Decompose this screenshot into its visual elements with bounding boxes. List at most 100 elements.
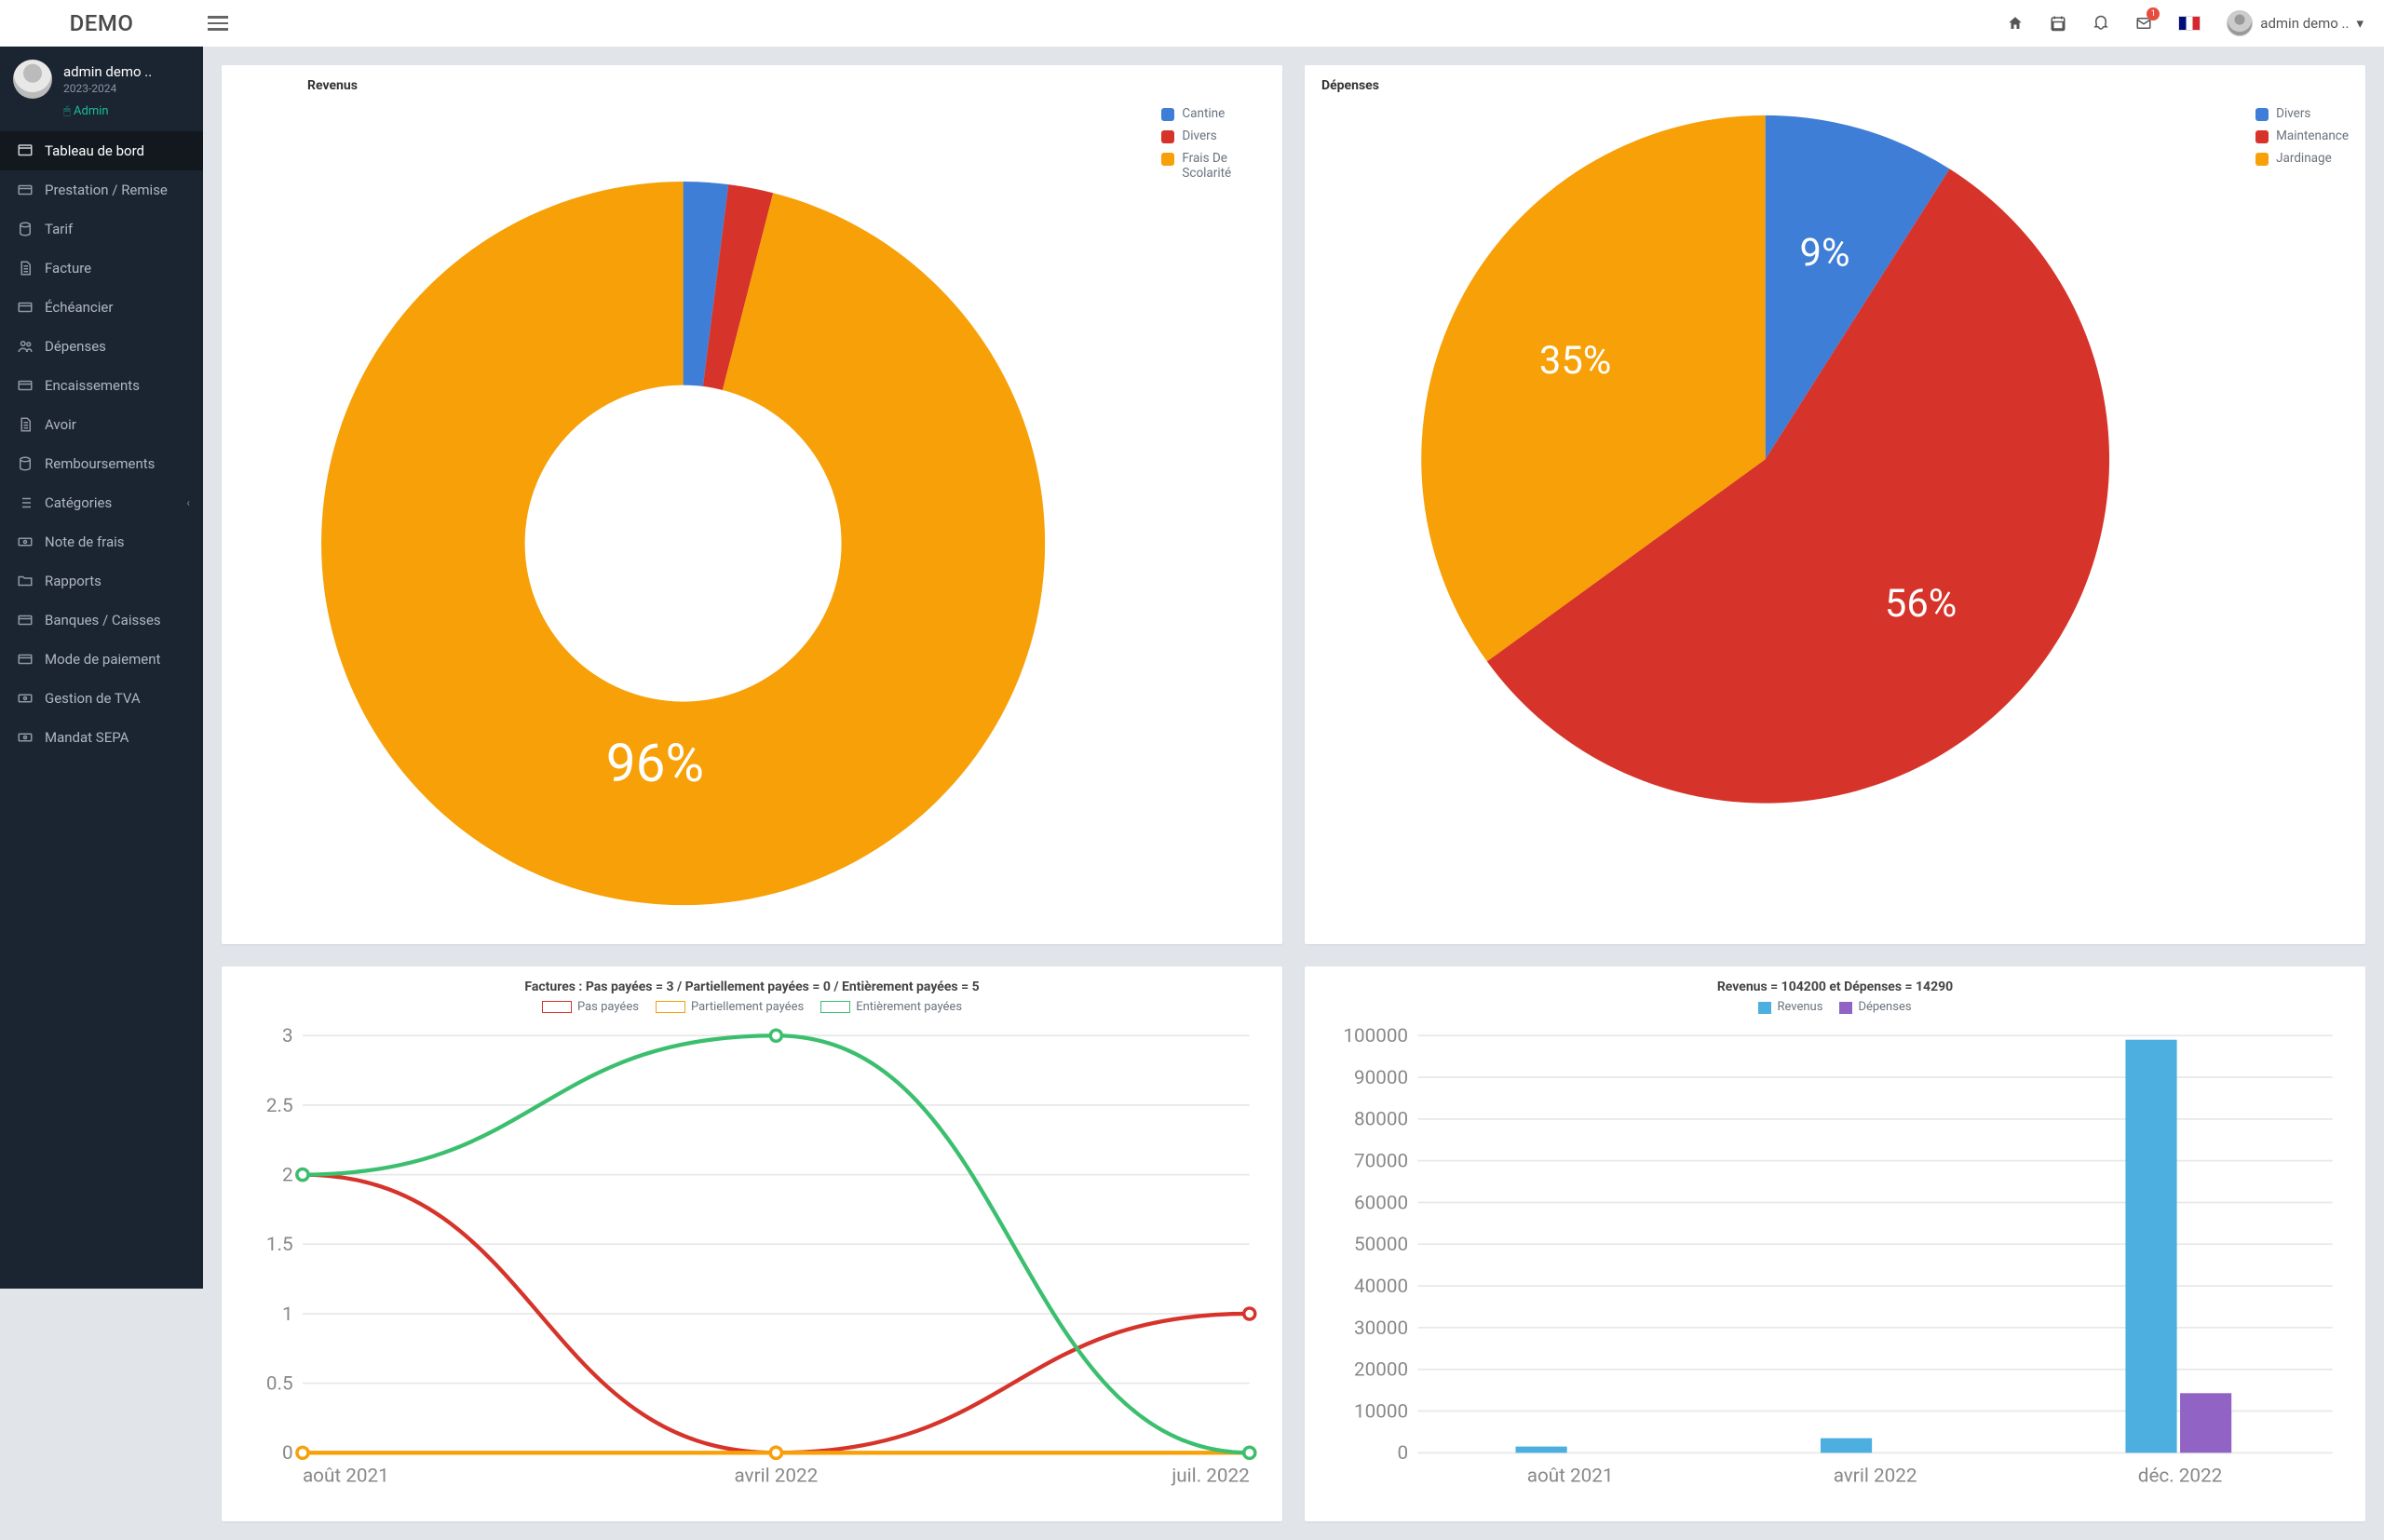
sidebar-item-label: Mandat SEPA <box>45 729 129 746</box>
sidebar-item-label: Note de frais <box>45 534 125 550</box>
sidebar-user-year: 2023-2024 <box>63 82 152 95</box>
sidebar-item-13[interactable]: Mode de paiement <box>0 640 203 679</box>
legend-rev-dep: Revenus Dépenses <box>1321 1000 2349 1014</box>
svg-text:60000: 60000 <box>1354 1193 1408 1215</box>
svg-text:août 2021: août 2021 <box>303 1466 389 1488</box>
topbar: DEMO 1 admin demo .. ▾ <box>0 0 2384 47</box>
card-icon <box>17 299 34 316</box>
sidebar-item-label: Gestion de TVA <box>45 690 141 707</box>
sidebar-item-label: Prestation / Remise <box>45 182 168 198</box>
sidebar-item-8[interactable]: Remboursements <box>0 444 203 483</box>
user-name: admin demo .. <box>2260 15 2349 32</box>
legend-item[interactable]: Frais De Scolarité <box>1161 151 1266 181</box>
sidebar-item-5[interactable]: Dépenses <box>0 327 203 366</box>
money-icon <box>17 729 34 746</box>
doc-icon <box>17 416 34 433</box>
svg-text:3: 3 <box>282 1026 293 1048</box>
legend-revenus: Cantine Divers Frais De Scolarité <box>1161 99 1266 181</box>
sidebar-item-label: Rapports <box>45 573 102 589</box>
bell-icon[interactable] <box>2093 15 2109 32</box>
chevron-left-icon: ‹ <box>186 496 190 509</box>
chart-rev-dep: 0100002000030000400005000060000700008000… <box>1321 1020 2349 1501</box>
svg-text:80000: 80000 <box>1354 1109 1408 1131</box>
legend-item[interactable]: Divers <box>2255 106 2349 121</box>
money-icon <box>17 690 34 707</box>
sidebar-item-0[interactable]: Tableau de bord <box>0 131 203 170</box>
sidebar-item-14[interactable]: Gestion de TVA <box>0 679 203 718</box>
sidebar-item-2[interactable]: Tarif <box>0 209 203 249</box>
dashboard-icon <box>17 142 34 159</box>
svg-text:juil. 2022: juil. 2022 <box>1171 1466 1249 1488</box>
svg-text:avril 2022: avril 2022 <box>734 1466 818 1488</box>
chart-revenus: 96% <box>238 99 1143 927</box>
svg-text:2.5: 2.5 <box>266 1095 293 1117</box>
chart-factures: 00.511.522.53août 2021avril 2022juil. 20… <box>238 1020 1266 1501</box>
legend-item[interactable]: Entièrement payées <box>820 1000 962 1014</box>
legend-item[interactable]: Divers <box>1161 128 1266 143</box>
avatar <box>13 60 52 99</box>
svg-text:9%: 9% <box>1800 230 1850 276</box>
avatar <box>2227 10 2253 36</box>
sidebar-item-label: Banques / Caisses <box>45 612 161 628</box>
chart-title: Revenus = 104200 et Dépenses = 14290 <box>1321 979 2349 994</box>
sidebar-item-4[interactable]: Échéancier <box>0 288 203 327</box>
svg-text:90000: 90000 <box>1354 1067 1408 1089</box>
svg-text:déc. 2022: déc. 2022 <box>2138 1466 2223 1488</box>
chart-title: Factures : Pas payées = 3 / Partiellemen… <box>238 979 1266 994</box>
sidebar-item-1[interactable]: Prestation / Remise <box>0 170 203 209</box>
card-icon <box>17 377 34 394</box>
svg-text:50000: 50000 <box>1354 1235 1408 1257</box>
sidebar-item-15[interactable]: Mandat SEPA <box>0 718 203 757</box>
language-flag[interactable] <box>2178 16 2201 31</box>
sidebar-user-role: Admin <box>0 104 203 131</box>
card-icon <box>17 182 34 198</box>
sidebar-item-10[interactable]: Note de frais <box>0 522 203 561</box>
sidebar-item-label: Avoir <box>45 416 76 433</box>
money-icon <box>17 534 34 550</box>
mail-icon[interactable]: 1 <box>2135 15 2152 32</box>
svg-text:1: 1 <box>282 1304 293 1326</box>
sidebar-item-3[interactable]: Facture <box>0 249 203 288</box>
sidebar-user-name: admin demo .. <box>63 63 152 80</box>
legend-item[interactable]: Partiellement payées <box>656 1000 804 1014</box>
chart-depenses: 9%56%35% <box>1321 99 2237 820</box>
legend-item[interactable]: Pas payées <box>542 1000 639 1014</box>
folder-icon <box>17 573 34 589</box>
svg-text:40000: 40000 <box>1354 1276 1408 1298</box>
chart-title: Revenus <box>238 78 1266 93</box>
brand[interactable]: DEMO <box>0 10 203 36</box>
home-icon[interactable] <box>2007 15 2024 32</box>
list-icon <box>17 494 34 511</box>
legend-item[interactable]: Cantine <box>1161 106 1266 121</box>
menu-toggle-button[interactable] <box>203 11 240 35</box>
db-icon <box>17 221 34 237</box>
sidebar-item-9[interactable]: Catégories ‹ <box>0 483 203 522</box>
sidebar-item-label: Facture <box>45 260 91 277</box>
main-content: Revenus 96% Cantine Divers Frais De Scolar… <box>203 47 2384 1540</box>
legend-item[interactable]: Maintenance <box>2255 128 2349 143</box>
svg-text:2: 2 <box>282 1165 293 1187</box>
user-menu[interactable]: admin demo .. ▾ <box>2227 10 2364 36</box>
sidebar-item-label: Tableau de bord <box>45 142 144 159</box>
card-rev-dep: Revenus = 104200 et Dépenses = 14290 Rev… <box>1305 966 2365 1521</box>
legend-item[interactable]: Jardinage <box>2255 151 2349 166</box>
svg-text:70000: 70000 <box>1354 1151 1408 1173</box>
svg-text:96%: 96% <box>606 732 704 794</box>
legend-depenses: Divers Maintenance Jardinage <box>2255 99 2349 166</box>
sidebar-item-12[interactable]: Banques / Caisses <box>0 601 203 640</box>
sidebar-item-label: Catégories <box>45 494 112 511</box>
card-icon <box>17 651 34 668</box>
svg-text:56%: 56% <box>1885 581 1957 627</box>
sidebar-item-6[interactable]: Encaissements <box>0 366 203 405</box>
calendar-icon[interactable] <box>2050 15 2066 32</box>
svg-text:0.5: 0.5 <box>266 1373 293 1396</box>
db-icon <box>17 455 34 472</box>
chart-title: Dépenses <box>1321 78 2349 93</box>
sidebar-user[interactable]: admin demo .. 2023-2024 <box>0 47 203 104</box>
sidebar-item-11[interactable]: Rapports <box>0 561 203 601</box>
legend-item[interactable]: Dépenses <box>1839 1000 1911 1014</box>
legend-item[interactable]: Revenus <box>1758 1000 1822 1014</box>
svg-text:0: 0 <box>1397 1443 1408 1466</box>
sidebar-item-7[interactable]: Avoir <box>0 405 203 444</box>
svg-text:10000: 10000 <box>1354 1401 1408 1424</box>
